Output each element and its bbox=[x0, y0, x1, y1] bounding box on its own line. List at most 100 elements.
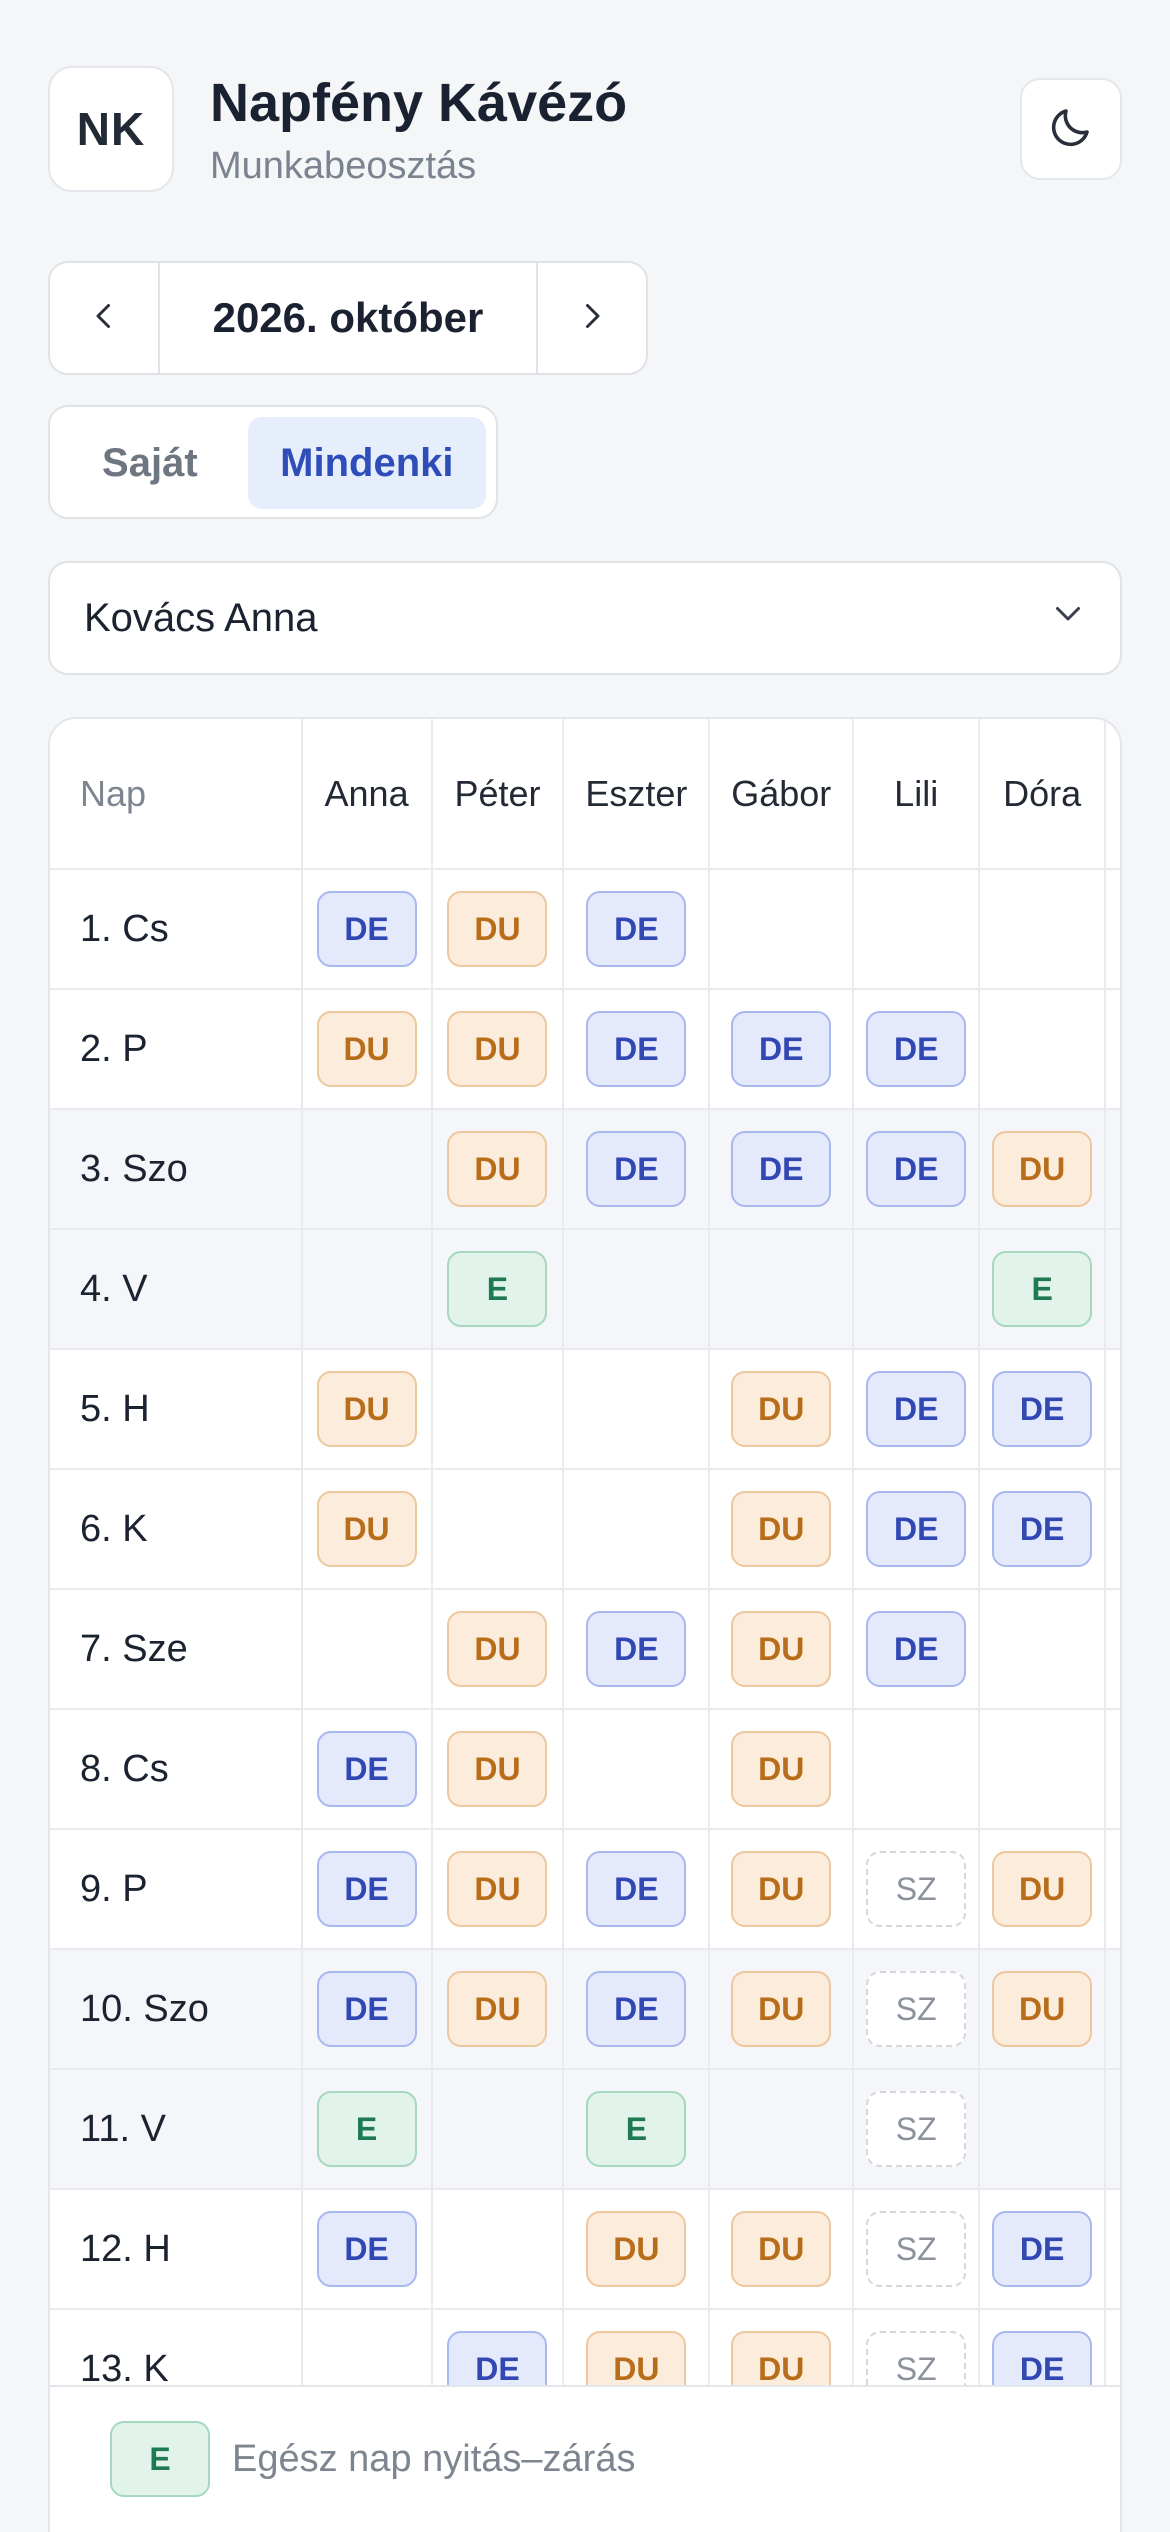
shift-cell[interactable]: DU bbox=[431, 1949, 565, 2070]
shift-cell[interactable]: DE bbox=[563, 1949, 711, 2070]
shift-cell[interactable] bbox=[301, 2309, 433, 2385]
shift-cell[interactable]: DE bbox=[979, 1349, 1107, 1470]
theme-toggle-button[interactable] bbox=[1020, 78, 1122, 180]
shift-cell[interactable]: DE bbox=[563, 989, 711, 1110]
shift-cell[interactable] bbox=[431, 2069, 565, 2190]
schedule-row: 13. K DE DU DU SZ DE bbox=[50, 2309, 1120, 2385]
shift-cell[interactable]: E bbox=[563, 2069, 711, 2190]
shift-cell[interactable]: DE bbox=[979, 1469, 1107, 1590]
shift-cell[interactable] bbox=[431, 1469, 565, 1590]
shift-cell[interactable] bbox=[979, 1589, 1107, 1710]
shift-cell[interactable]: DU bbox=[301, 989, 433, 1110]
shift-cell[interactable]: DE bbox=[979, 2189, 1107, 2310]
shift-cell[interactable]: DU bbox=[979, 1829, 1107, 1950]
shift-cell[interactable]: DE bbox=[301, 869, 433, 990]
tab-everyone[interactable]: Mindenki bbox=[247, 417, 486, 509]
shift-cell[interactable]: DE bbox=[709, 989, 855, 1110]
employee-select[interactable]: Kovács Anna bbox=[48, 561, 1122, 675]
shift-cell[interactable]: DU bbox=[431, 1709, 565, 1830]
shift-cell[interactable]: DE bbox=[853, 1589, 981, 1710]
shift-cell[interactable]: DU bbox=[709, 1829, 855, 1950]
shift-cell[interactable] bbox=[301, 1109, 433, 1230]
shift-cell[interactable] bbox=[563, 1349, 711, 1470]
shift-cell[interactable]: SZ bbox=[853, 2069, 981, 2190]
shift-cell[interactable]: DE bbox=[431, 2309, 565, 2385]
schedule-row: 4. V E E bbox=[50, 1229, 1120, 1350]
shift-cell[interactable]: DE bbox=[853, 989, 981, 1110]
shift-cell[interactable] bbox=[431, 1349, 565, 1470]
shift-cell[interactable]: DU bbox=[431, 869, 565, 990]
schedule-row: 1. Cs DE DU DE bbox=[50, 869, 1120, 990]
shift-cell[interactable] bbox=[853, 1709, 981, 1830]
shift-cell[interactable] bbox=[563, 1469, 711, 1590]
shift-cell[interactable]: E bbox=[979, 1229, 1107, 1350]
shift-cell[interactable]: DU bbox=[709, 1589, 855, 1710]
shift-cell[interactable]: DU bbox=[709, 2189, 855, 2310]
tab-own[interactable]: Saját bbox=[60, 417, 240, 509]
shift-cell[interactable]: DE bbox=[709, 1109, 855, 1230]
shift-cell[interactable]: DU bbox=[709, 1349, 855, 1470]
shift-cell[interactable]: SZ bbox=[853, 2189, 981, 2310]
shift-cell[interactable]: DE bbox=[853, 1469, 981, 1590]
shift-cell[interactable]: DU bbox=[301, 1349, 433, 1470]
shift-badge: DU bbox=[731, 1851, 832, 1927]
previous-month-button[interactable] bbox=[50, 263, 158, 373]
shift-cell[interactable]: DU bbox=[563, 2189, 711, 2310]
shift-cell[interactable]: DE bbox=[563, 1589, 711, 1710]
shift-cell[interactable] bbox=[431, 2189, 565, 2310]
shift-cell[interactable] bbox=[709, 869, 855, 990]
shift-cell[interactable] bbox=[979, 1709, 1107, 1830]
shift-cell[interactable]: DE bbox=[563, 1109, 711, 1230]
shift-cell[interactable]: DE bbox=[853, 1109, 981, 1230]
shift-cell[interactable]: DU bbox=[979, 1949, 1107, 2070]
shift-cell[interactable]: DU bbox=[301, 1469, 433, 1590]
shift-cell[interactable]: DU bbox=[709, 1709, 855, 1830]
shift-cell[interactable]: E bbox=[431, 1229, 565, 1350]
day-cell: 2. P bbox=[50, 989, 303, 1110]
schedule-scroll-area[interactable]: Nap Anna Péter Eszter Gábor Lili Dóra 1. Cs DE… bbox=[50, 719, 1120, 2385]
page-title: Napfény Kávézó bbox=[210, 73, 628, 133]
day-cell: 11. V bbox=[50, 2069, 303, 2190]
shift-cell[interactable] bbox=[979, 989, 1107, 1110]
shift-cell[interactable] bbox=[563, 1709, 711, 1830]
shift-cell[interactable] bbox=[853, 869, 981, 990]
shift-cell[interactable]: DU bbox=[709, 2309, 855, 2385]
shift-cell[interactable] bbox=[709, 1229, 855, 1350]
shift-cell[interactable]: DE bbox=[301, 1949, 433, 2070]
moon-icon bbox=[1047, 103, 1095, 156]
shift-cell[interactable] bbox=[979, 869, 1107, 990]
shift-cell[interactable]: DU bbox=[709, 1469, 855, 1590]
schedule-row: 3. Szo DU DE DE DE DU bbox=[50, 1109, 1120, 1230]
shift-cell[interactable]: DE bbox=[301, 1709, 433, 1830]
shift-cell[interactable]: SZ bbox=[853, 2309, 981, 2385]
shift-cell[interactable]: DU bbox=[709, 1949, 855, 2070]
shift-cell[interactable] bbox=[563, 1229, 711, 1350]
shift-badge: SZ bbox=[866, 1851, 967, 1927]
shift-badge: DU bbox=[992, 1131, 1093, 1207]
shift-cell[interactable]: DU bbox=[431, 989, 565, 1110]
shift-cell[interactable]: SZ bbox=[853, 1829, 981, 1950]
shift-cell[interactable]: E bbox=[301, 2069, 433, 2190]
shift-cell[interactable]: DU bbox=[431, 1589, 565, 1710]
shift-cell[interactable] bbox=[853, 1229, 981, 1350]
next-month-button[interactable] bbox=[538, 263, 646, 373]
shift-cell[interactable]: SZ bbox=[853, 1949, 981, 2070]
shift-cell[interactable]: DE bbox=[563, 1829, 711, 1950]
shift-cell[interactable]: DE bbox=[301, 1829, 433, 1950]
legend: E Egész nap nyitás–zárás bbox=[50, 2385, 1120, 2532]
shift-cell[interactable]: DE bbox=[979, 2309, 1107, 2385]
shift-cell[interactable]: DE bbox=[853, 1349, 981, 1470]
shift-cell[interactable]: DU bbox=[563, 2309, 711, 2385]
shift-cell[interactable]: DU bbox=[979, 1109, 1107, 1230]
shift-cell[interactable] bbox=[301, 1589, 433, 1710]
shift-cell[interactable]: DU bbox=[431, 1109, 565, 1230]
schedule-table: Nap Anna Péter Eszter Gábor Lili Dóra 1. Cs DE… bbox=[50, 719, 1120, 2385]
shift-cell[interactable] bbox=[709, 2069, 855, 2190]
shift-cell[interactable]: DU bbox=[431, 1829, 565, 1950]
shift-badge: DU bbox=[731, 1731, 832, 1807]
shift-badge: E bbox=[447, 1251, 548, 1327]
shift-cell[interactable]: DE bbox=[563, 869, 711, 990]
shift-cell[interactable]: DE bbox=[301, 2189, 433, 2310]
shift-cell[interactable] bbox=[301, 1229, 433, 1350]
shift-cell[interactable] bbox=[979, 2069, 1107, 2190]
